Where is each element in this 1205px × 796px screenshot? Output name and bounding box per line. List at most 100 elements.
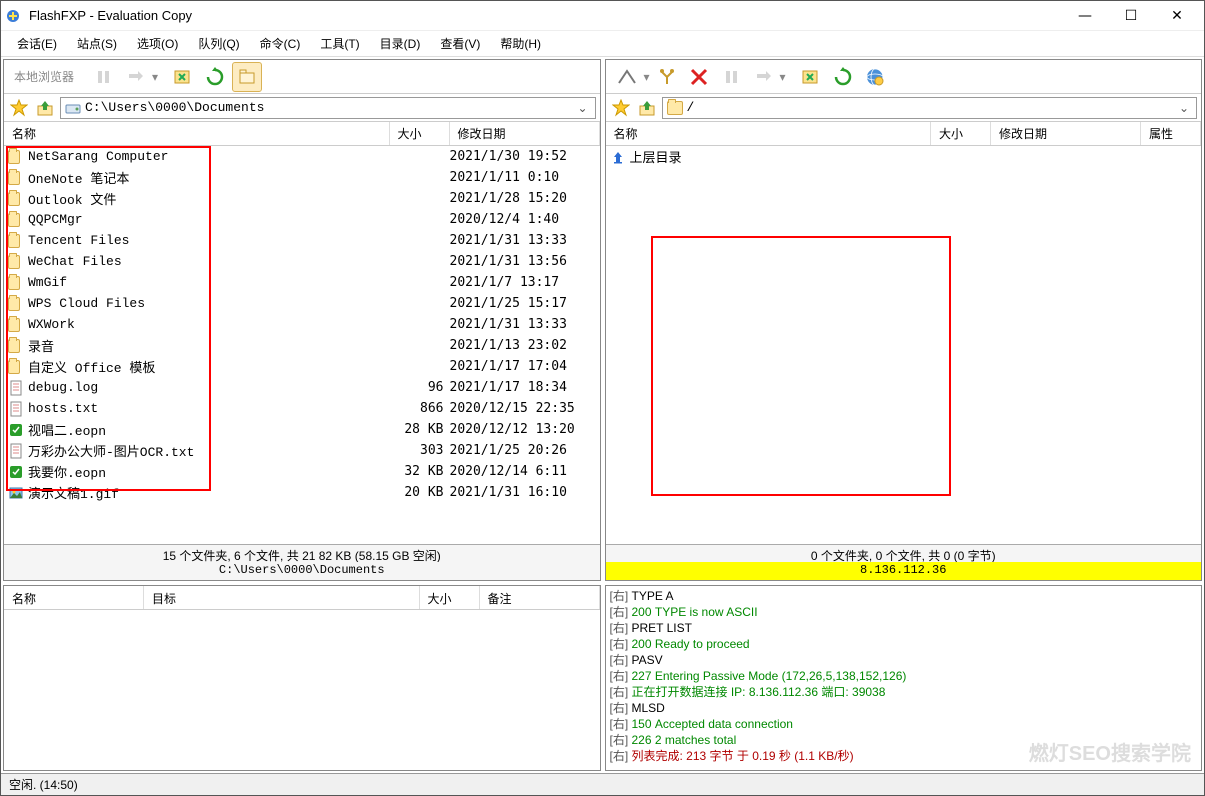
left-status2: C:\Users\0000\Documents xyxy=(4,562,600,580)
connect-icon[interactable] xyxy=(612,62,642,92)
menu-queue[interactable]: 队列(Q) xyxy=(188,32,249,55)
right-path-input[interactable] xyxy=(687,100,1177,115)
qcol-note[interactable]: 备注 xyxy=(480,586,600,609)
col-size[interactable]: 大小 xyxy=(931,122,991,145)
pause-icon[interactable] xyxy=(88,62,118,92)
file-icon xyxy=(8,317,24,333)
col-date[interactable]: 修改日期 xyxy=(450,122,600,145)
dropdown-icon[interactable]: ⌄ xyxy=(1176,101,1192,115)
left-label: 本地浏览器 xyxy=(10,66,78,87)
maximize-button[interactable]: ☐ xyxy=(1108,1,1154,31)
list-item[interactable]: 录音2021/1/13 23:02 xyxy=(4,335,600,356)
left-status: 15 个文件夹, 6 个文件, 共 21 82 KB (58.15 GB 空闲) xyxy=(4,544,600,562)
abort-icon[interactable] xyxy=(168,62,198,92)
file-icon xyxy=(8,380,24,396)
list-item[interactable]: 我要你.eopn32 KB2020/12/14 6:11 xyxy=(4,461,600,482)
refresh-icon[interactable] xyxy=(200,62,230,92)
folder-icon xyxy=(667,101,683,115)
close-button[interactable]: ✕ xyxy=(1154,1,1200,31)
file-icon xyxy=(8,170,24,186)
right-path-box[interactable]: ⌄ xyxy=(662,97,1198,119)
file-icon xyxy=(8,254,24,270)
favorite-icon[interactable] xyxy=(610,97,632,119)
log-line: [右] TYPE A xyxy=(610,588,1198,604)
statusbar: 空闲. (14:50) xyxy=(1,773,1204,795)
log-line: [右] PRET LIST xyxy=(610,620,1198,636)
titlebar: FlashFXP - Evaluation Copy — ☐ ✕ xyxy=(1,1,1204,31)
list-item[interactable]: 万彩办公大师-图片OCR.txt3032021/1/25 20:26 xyxy=(4,440,600,461)
dropdown-icon[interactable]: ⌄ xyxy=(575,101,591,115)
list-item[interactable]: Outlook 文件2021/1/28 15:20 xyxy=(4,188,600,209)
list-item[interactable]: 演示文稿1.gif20 KB2021/1/31 16:10 xyxy=(4,482,600,503)
list-item[interactable]: WXWork2021/1/31 13:33 xyxy=(4,314,600,335)
qcol-name[interactable]: 名称 xyxy=(4,586,144,609)
list-item[interactable]: hosts.txt8662020/12/15 22:35 xyxy=(4,398,600,419)
left-columns: 名称 大小 修改日期 xyxy=(4,122,600,146)
abort-icon[interactable] xyxy=(684,62,714,92)
list-item[interactable]: debug.log962021/1/17 18:34 xyxy=(4,377,600,398)
file-icon xyxy=(8,422,24,438)
right-columns: 名称 大小 修改日期 属性 xyxy=(606,122,1202,146)
highlight-box xyxy=(651,236,951,496)
transfer-icon[interactable] xyxy=(748,62,778,92)
log-line: [右] 226 2 matches total xyxy=(610,732,1198,748)
right-pane: ▾ ▾ ⌄ 名称 大小 修改日期 属性 上层目录 0 个文件夹, xyxy=(605,59,1203,581)
file-icon xyxy=(8,464,24,480)
right-status: 0 个文件夹, 0 个文件, 共 0 (0 字节) xyxy=(606,544,1202,562)
log-line: [右] 150 Accepted data connection xyxy=(610,716,1198,732)
parent-icon xyxy=(610,149,626,165)
list-item[interactable]: WmGif2021/1/7 13:17 xyxy=(4,272,600,293)
list-item[interactable]: NetSarang Computer2021/1/30 19:52 xyxy=(4,146,600,167)
transfer-icon[interactable] xyxy=(120,62,150,92)
globe-icon[interactable] xyxy=(860,62,890,92)
parent-row[interactable]: 上层目录 xyxy=(606,146,1202,167)
minimize-button[interactable]: — xyxy=(1062,1,1108,31)
file-icon xyxy=(8,149,24,165)
left-path-box[interactable]: ⌄ xyxy=(60,97,596,119)
list-item[interactable]: WeChat Files2021/1/31 13:56 xyxy=(4,251,600,272)
col-date[interactable]: 修改日期 xyxy=(991,122,1141,145)
file-icon xyxy=(8,359,24,375)
log-pane: [右] TYPE A[右] 200 TYPE is now ASCII[右] P… xyxy=(605,585,1203,771)
list-item[interactable]: OneNote 笔记本2021/1/11 0:10 xyxy=(4,167,600,188)
up-icon[interactable] xyxy=(636,97,658,119)
col-name[interactable]: 名称 xyxy=(606,122,932,145)
file-icon xyxy=(8,338,24,354)
qcol-target[interactable]: 目标 xyxy=(144,586,420,609)
col-attr[interactable]: 属性 xyxy=(1141,122,1201,145)
list-item[interactable]: Tencent Files2021/1/31 13:33 xyxy=(4,230,600,251)
qcol-size[interactable]: 大小 xyxy=(420,586,480,609)
app-icon xyxy=(5,8,21,24)
explore-icon[interactable] xyxy=(232,62,262,92)
col-name[interactable]: 名称 xyxy=(4,122,390,145)
menu-session[interactable]: 会话(E) xyxy=(7,32,67,55)
log-line: [右] PASV xyxy=(610,652,1198,668)
menu-directory[interactable]: 目录(D) xyxy=(370,32,431,55)
menu-help[interactable]: 帮助(H) xyxy=(490,32,551,55)
log-list[interactable]: [右] TYPE A[右] 200 TYPE is now ASCII[右] P… xyxy=(606,586,1202,770)
disconnect-icon[interactable] xyxy=(652,62,682,92)
log-line: [右] 列表完成: 213 字节 于 0.19 秒 (1.1 KB/秒) xyxy=(610,748,1198,764)
left-path-input[interactable] xyxy=(85,100,575,115)
up-icon[interactable] xyxy=(34,97,56,119)
right-status2: 8.136.112.36 xyxy=(606,562,1202,580)
refresh-icon[interactable] xyxy=(828,62,858,92)
list-item[interactable]: QQPCMgr2020/12/4 1:40 xyxy=(4,209,600,230)
log-line: [右] 200 Ready to proceed xyxy=(610,636,1198,652)
file-icon xyxy=(8,401,24,417)
menu-tools[interactable]: 工具(T) xyxy=(310,32,369,55)
menu-options[interactable]: 选项(O) xyxy=(127,32,188,55)
abort2-icon[interactable] xyxy=(796,62,826,92)
log-line: [右] 200 TYPE is now ASCII xyxy=(610,604,1198,620)
list-item[interactable]: 视唱二.eopn28 KB2020/12/12 13:20 xyxy=(4,419,600,440)
pause-icon[interactable] xyxy=(716,62,746,92)
favorite-icon[interactable] xyxy=(8,97,30,119)
list-item[interactable]: WPS Cloud Files2021/1/25 15:17 xyxy=(4,293,600,314)
log-line: [右] 正在打开数据连接 IP: 8.136.112.36 端口: 39038 xyxy=(610,684,1198,700)
list-item[interactable]: 自定义 Office 模板2021/1/17 17:04 xyxy=(4,356,600,377)
menu-view[interactable]: 查看(V) xyxy=(430,32,490,55)
drive-icon xyxy=(65,100,81,116)
menu-site[interactable]: 站点(S) xyxy=(67,32,127,55)
col-size[interactable]: 大小 xyxy=(390,122,450,145)
menu-command[interactable]: 命令(C) xyxy=(250,32,311,55)
